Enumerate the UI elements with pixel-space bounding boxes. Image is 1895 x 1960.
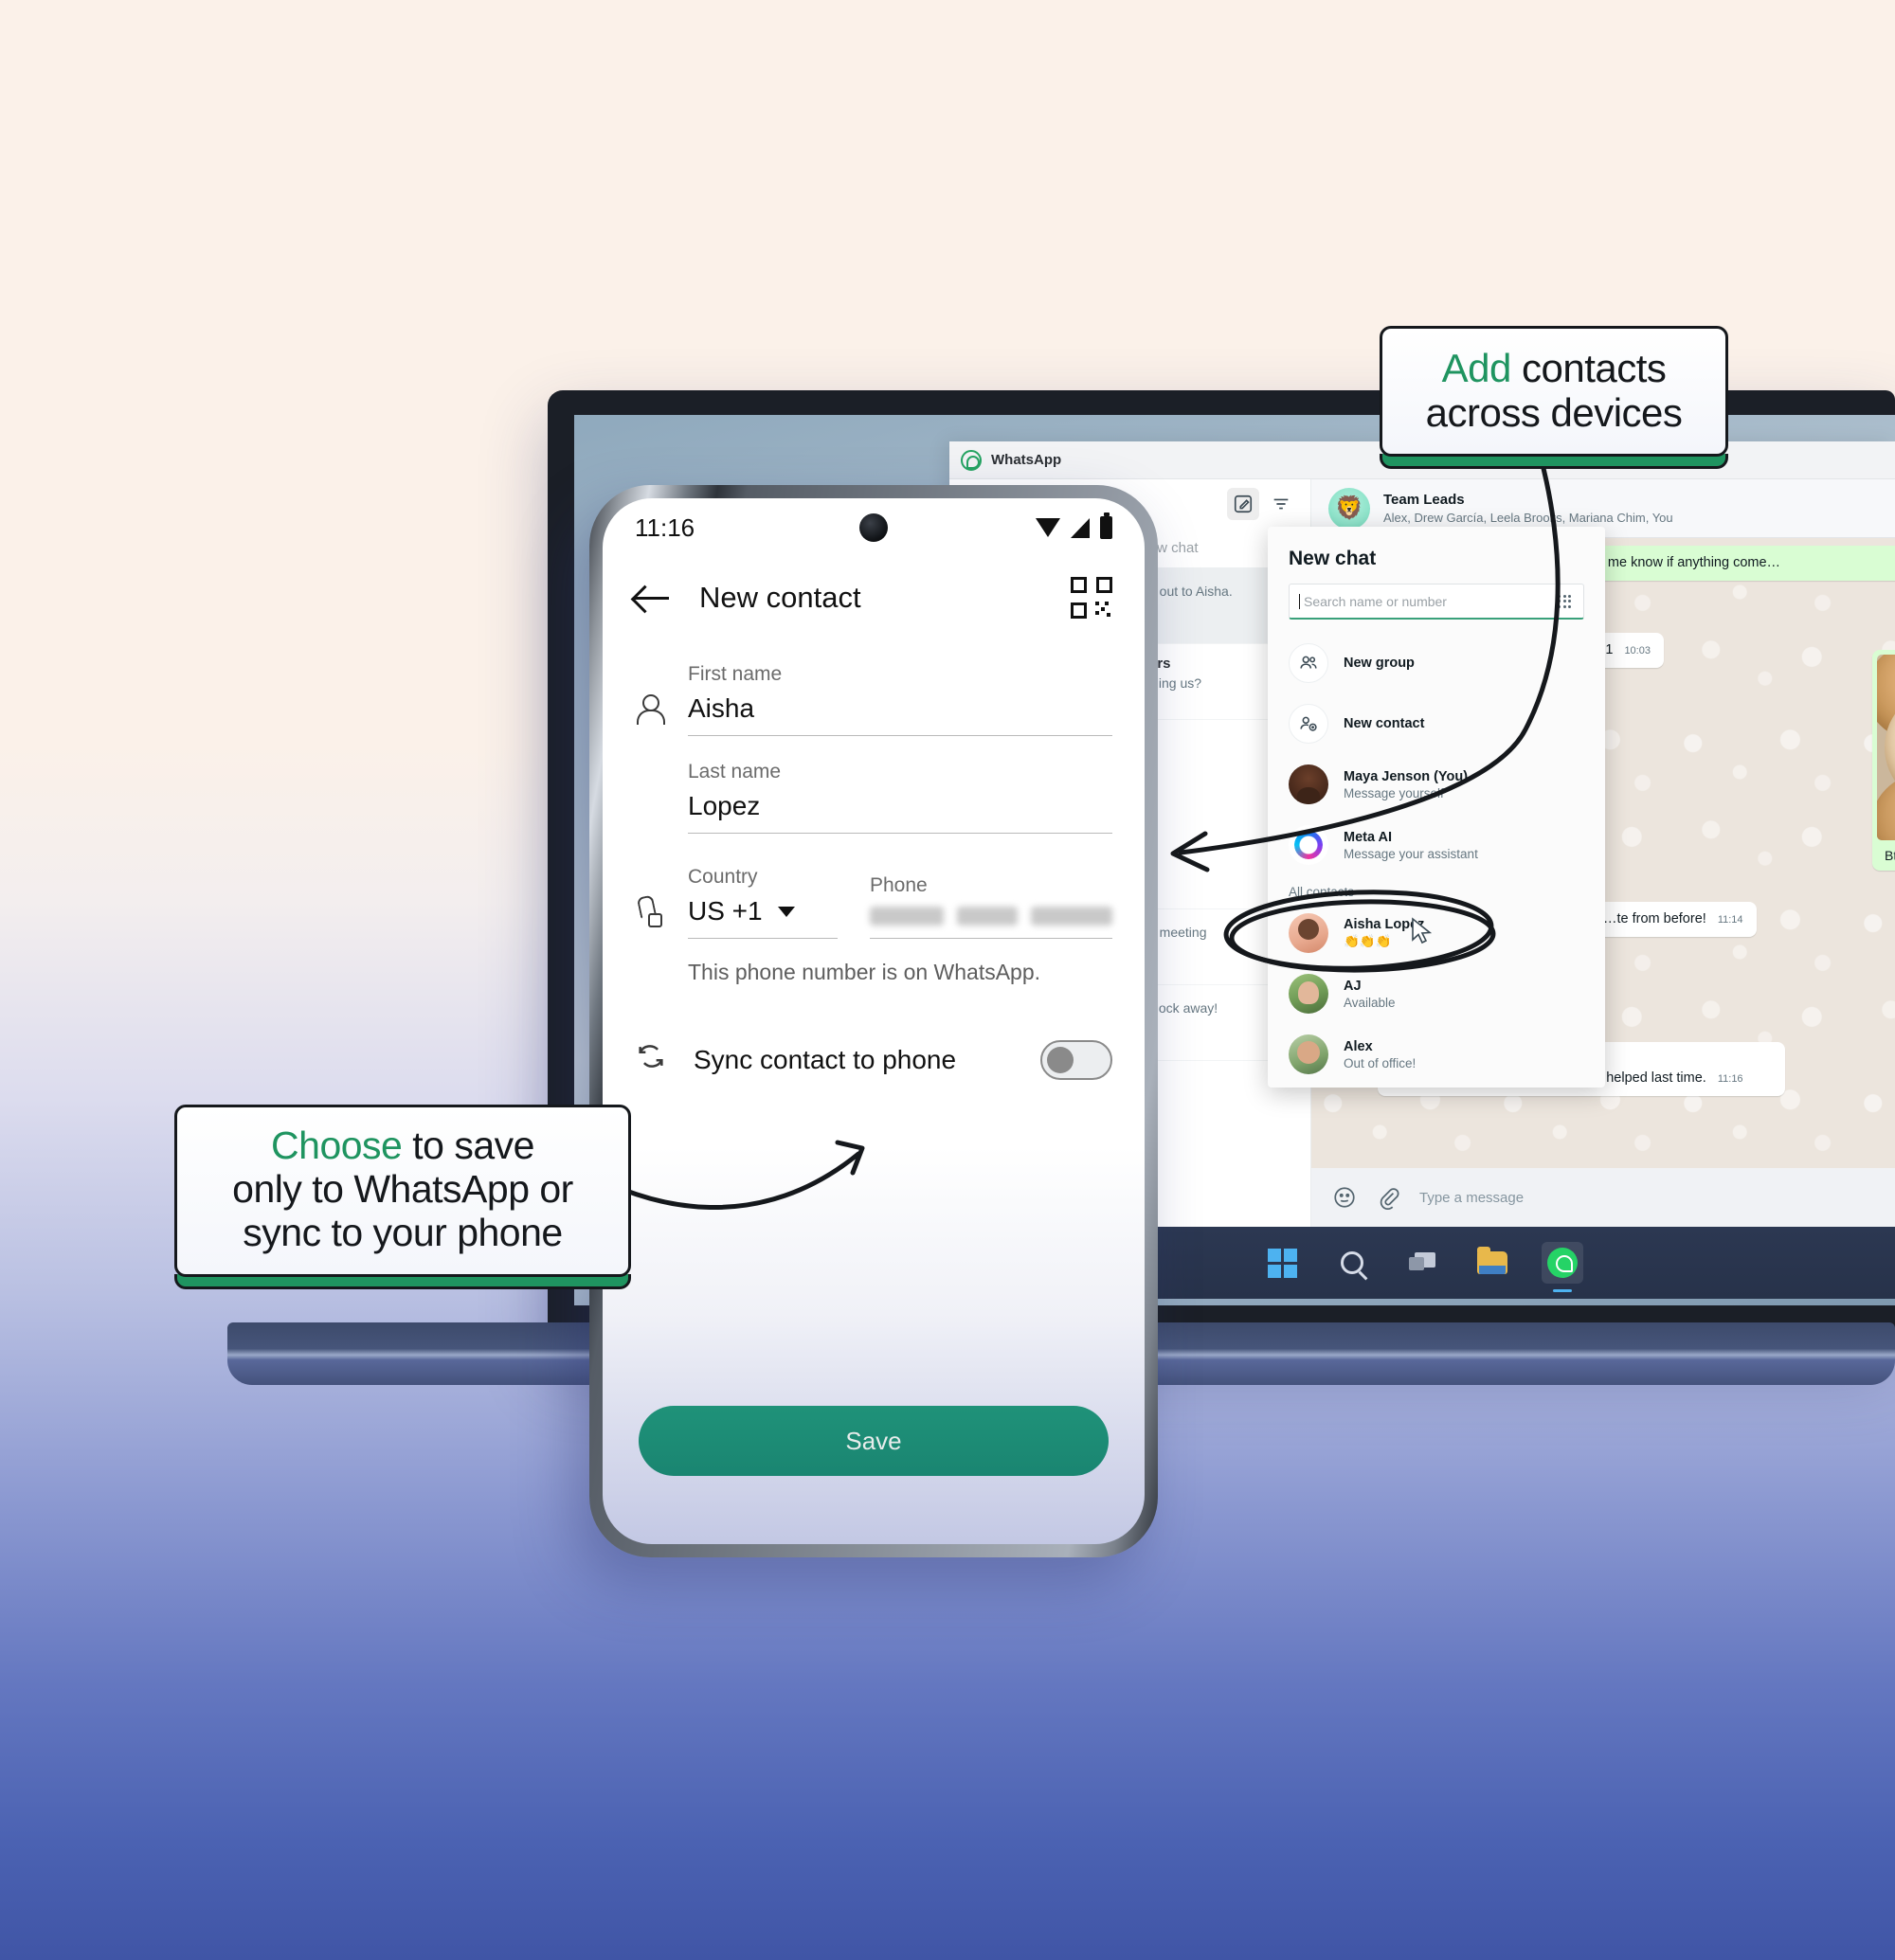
sync-icon: [635, 1040, 688, 1080]
person-icon: [635, 694, 688, 736]
contact-status: Out of office!: [1344, 1055, 1417, 1070]
callout-rest: contacts: [1510, 346, 1667, 390]
status-time: 11:16: [635, 512, 695, 542]
callout-line2: across devices: [1425, 390, 1683, 436]
callout-rest: to save: [402, 1124, 534, 1167]
message-composer: Type a message: [1311, 1168, 1895, 1227]
qr-code-icon[interactable]: [1071, 577, 1112, 619]
status-icons: [1036, 512, 1112, 539]
phone-icon: [635, 895, 688, 939]
page-title: New contact: [699, 581, 861, 614]
country-value: US +1: [688, 896, 763, 926]
phone-device: 11:16 New contact First name Aisha Last …: [589, 485, 1158, 1557]
contact-item-alex[interactable]: Alex Out of office!: [1268, 1024, 1605, 1085]
whatsapp-logo-icon: [961, 449, 982, 471]
phone-col: Phone: [870, 874, 1112, 939]
country-label: Country: [688, 866, 758, 888]
last-name-input[interactable]: Lopez: [688, 791, 1112, 834]
phone-status-bar: 11:16: [603, 498, 1145, 557]
country-phone-row: Country US +1 Phone: [603, 866, 1145, 939]
callout-highlight: Add: [1441, 346, 1512, 390]
attachment-icon[interactable]: [1376, 1185, 1400, 1210]
country-select[interactable]: US +1: [688, 896, 838, 939]
back-arrow-icon[interactable]: [635, 580, 671, 616]
save-button[interactable]: Save: [639, 1406, 1109, 1476]
windows-start-icon[interactable]: [1261, 1242, 1303, 1284]
phone-app-bar: New contact: [603, 557, 1145, 638]
window-title: WhatsApp: [991, 452, 1062, 468]
cellular-signal-icon: [1071, 517, 1090, 538]
first-name-label: First name: [688, 663, 783, 685]
message-time: 11:16: [1717, 1073, 1743, 1086]
chevron-down-icon: [777, 906, 795, 917]
emoji-icon[interactable]: [1332, 1185, 1357, 1210]
task-view-icon[interactable]: [1401, 1242, 1443, 1284]
contact-item-catherine[interactable]: Catherine Toll…: [1268, 1085, 1605, 1088]
arrow-to-toggle: [566, 1140, 865, 1211]
contact-name: Alex: [1344, 1038, 1373, 1054]
toggle-knob: [1047, 1047, 1074, 1073]
callout-text: Add contacts across devices: [1382, 329, 1725, 454]
whatsapp-icon[interactable]: [1542, 1242, 1583, 1292]
mouse-cursor: [1412, 917, 1433, 944]
avatar: [1289, 1034, 1328, 1074]
sync-toggle[interactable]: [1040, 1040, 1112, 1080]
callout-box: Add contacts across devices: [1380, 326, 1728, 458]
country-col: Country US +1: [688, 866, 838, 939]
callout-line2: only to WhatsApp or: [232, 1166, 573, 1211]
callout-highlight: Choose: [271, 1124, 403, 1167]
camera-punch-hole: [859, 513, 888, 542]
highlight-ellipse-aisha: [1223, 890, 1496, 973]
phone-helper-text: This phone number is on WhatsApp.: [688, 960, 1041, 984]
phone-input[interactable]: [870, 905, 1112, 939]
callout-choose-to-save: Choose to save only to WhatsApp or sync …: [174, 1105, 631, 1289]
wifi-icon: [1036, 518, 1060, 537]
phone-label: Phone: [870, 874, 928, 896]
phone-screen: 11:16 New contact First name Aisha Last …: [603, 498, 1145, 1544]
last-name-label: Last name: [688, 761, 782, 782]
contact-status: Available: [1344, 995, 1396, 1010]
battery-icon: [1100, 512, 1112, 539]
first-name-row: First name Aisha: [603, 663, 1145, 736]
callout-box: Choose to save only to WhatsApp or sync …: [174, 1105, 631, 1277]
last-name-row: Last name Lopez: [603, 761, 1145, 834]
sync-contact-row[interactable]: Sync contact to phone: [603, 1040, 1145, 1080]
callout-line3: sync to your phone: [243, 1210, 563, 1254]
sync-label: Sync contact to phone: [694, 1045, 957, 1074]
message-input[interactable]: Type a message: [1419, 1190, 1524, 1206]
callout-text: Choose to save only to WhatsApp or sync …: [177, 1107, 628, 1274]
file-explorer-icon[interactable]: [1471, 1242, 1513, 1284]
callout-add-contacts: Add contacts across devices: [1380, 326, 1728, 470]
first-name-input[interactable]: Aisha: [688, 693, 1112, 736]
search-icon[interactable]: [1331, 1242, 1373, 1284]
